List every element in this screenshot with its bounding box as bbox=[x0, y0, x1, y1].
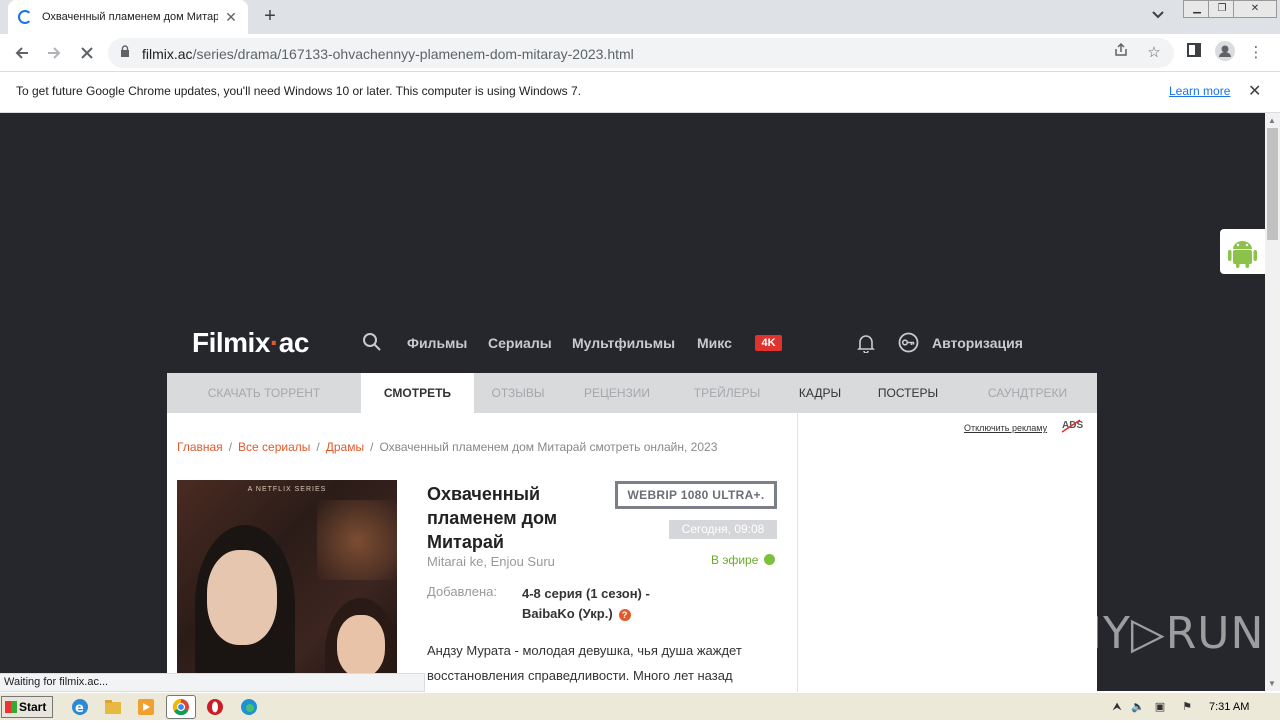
lock-icon[interactable] bbox=[120, 45, 130, 58]
address-bar[interactable]: filmix.ac/series/drama/167133-ohvachenny… bbox=[108, 38, 1174, 68]
opera-icon[interactable] bbox=[204, 696, 226, 718]
login-key-icon[interactable] bbox=[898, 332, 919, 353]
tab-title: Охваченный пламенем дом Митарай bbox=[42, 11, 218, 23]
poster-glow bbox=[317, 500, 397, 580]
nav-movies[interactable]: Фильмы bbox=[407, 335, 467, 351]
new-tab-button[interactable]: + bbox=[258, 4, 282, 28]
breadcrumb-current: Охваченный пламенем дом Митарай смотреть… bbox=[379, 440, 718, 454]
breadcrumb-home[interactable]: Главная bbox=[177, 440, 223, 454]
tab-soundtracks[interactable]: САУНДТРЕКИ bbox=[958, 373, 1097, 413]
poster-face-2 bbox=[337, 615, 385, 677]
nav-mix[interactable]: Микс bbox=[697, 335, 732, 351]
tray-expand-icon[interactable]: ⮝ bbox=[1110, 700, 1124, 714]
media-player-icon[interactable] bbox=[135, 696, 157, 718]
vertical-scrollbar[interactable]: ▲ ▼ bbox=[1265, 113, 1280, 691]
windows-flag-icon bbox=[5, 701, 17, 713]
breadcrumb: Главная / Все сериалы / Драмы / Охваченный пла… bbox=[177, 440, 718, 454]
browser-tab[interactable]: Охваченный пламенем дом Митарай ✕ bbox=[8, 0, 248, 34]
scrollbar-thumb[interactable] bbox=[1267, 128, 1278, 240]
search-icon[interactable] bbox=[362, 332, 382, 352]
share-icon[interactable] bbox=[1110, 42, 1132, 64]
tab-strip: Охваченный пламенем дом Митарай ✕ + ▁ ❐ … bbox=[0, 0, 1280, 34]
explorer-folder-icon[interactable] bbox=[102, 696, 124, 718]
forward-button[interactable] bbox=[42, 41, 66, 65]
minimize-button[interactable]: ▁ bbox=[1183, 0, 1211, 18]
nav-series[interactable]: Сериалы bbox=[488, 335, 552, 351]
on-air-status: В эфире bbox=[711, 553, 776, 567]
notifications-bell-icon[interactable] bbox=[857, 333, 875, 353]
windows-taskbar: Start e ⮝ 🔈 ▣ ⚑ 7:31 AM bbox=[0, 692, 1280, 720]
anyrun-watermark: ANY▷RUN bbox=[1038, 608, 1265, 659]
movie-title: Охваченный пламенем дом Митарай bbox=[427, 484, 558, 552]
action-center-flag-icon[interactable]: ⚑ bbox=[1180, 700, 1194, 714]
tab-frames[interactable]: КАДРЫ bbox=[782, 373, 858, 413]
scroll-down-arrow-icon[interactable]: ▼ bbox=[1268, 679, 1276, 688]
loading-spinner-icon bbox=[18, 10, 32, 24]
help-icon[interactable]: ? bbox=[618, 609, 631, 621]
tab-reviews[interactable]: ОТЗЫВЫ bbox=[474, 373, 562, 413]
status-bubble: Waiting for filmix.ac... bbox=[0, 673, 425, 692]
login-link[interactable]: Авторизация bbox=[932, 335, 1023, 351]
ie-icon[interactable]: e bbox=[69, 696, 91, 718]
network-icon[interactable]: ▣ bbox=[1153, 700, 1167, 714]
tab-critiques[interactable]: РЕЦЕНЗИИ bbox=[562, 373, 672, 413]
tab-trailers[interactable]: ТРЕЙЛЕРЫ bbox=[672, 373, 782, 413]
poster-tag: A NETFLIX SERIES bbox=[247, 486, 327, 493]
disable-ads-link[interactable]: Отключить рекламу bbox=[964, 423, 1047, 433]
close-window-button[interactable]: ✕ bbox=[1233, 0, 1277, 18]
infobar-close-icon[interactable]: ✕ bbox=[1248, 81, 1261, 101]
android-icon bbox=[1228, 241, 1257, 268]
tab-posters[interactable]: ПОСТЕРЫ bbox=[858, 373, 958, 413]
added-value: 4-8 серия (1 сезон) - BaibaKo (Укр.)? bbox=[522, 586, 650, 621]
side-panel-icon[interactable] bbox=[1183, 42, 1205, 64]
android-app-button[interactable] bbox=[1220, 229, 1265, 274]
profile-avatar-icon[interactable] bbox=[1214, 41, 1236, 63]
infobar-message: To get future Google Chrome updates, you… bbox=[16, 84, 582, 98]
learn-more-link[interactable]: Learn more bbox=[1169, 84, 1230, 98]
nav-cartoons[interactable]: Мультфильмы bbox=[572, 335, 675, 351]
update-infobar: To get future Google Chrome updates, you… bbox=[0, 72, 1280, 113]
poster-face-1 bbox=[207, 550, 277, 645]
movie-description: Андзу Мурата - молодая девушка, чья душа… bbox=[427, 643, 742, 683]
tab-search-icon[interactable] bbox=[1152, 8, 1164, 22]
quality-badge: WEBRIP 1080 ULTRA+. bbox=[615, 481, 777, 509]
movie-poster[interactable]: A NETFLIX SERIES bbox=[177, 480, 397, 680]
taskbar-clock[interactable]: 7:31 AM bbox=[1209, 701, 1249, 713]
chrome-taskbar-icon[interactable] bbox=[166, 695, 196, 719]
breadcrumb-dramas[interactable]: Драмы bbox=[326, 440, 364, 454]
tab-watch[interactable]: СМОТРЕТЬ bbox=[361, 373, 474, 413]
scroll-up-arrow-icon[interactable]: ▲ bbox=[1268, 116, 1276, 125]
menu-kebab-icon[interactable]: ⋮ bbox=[1245, 42, 1267, 64]
start-button[interactable]: Start bbox=[1, 696, 53, 718]
back-button[interactable] bbox=[10, 41, 34, 65]
tab-download-torrent[interactable]: СКАЧАТЬ ТОРРЕНТ bbox=[167, 373, 361, 413]
url-text[interactable]: filmix.ac/series/drama/167133-ohvachenny… bbox=[142, 46, 634, 62]
tab-close-icon[interactable]: ✕ bbox=[224, 9, 238, 26]
added-label: Добавлена: bbox=[427, 584, 498, 599]
system-tray: ⮝ 🔈 ▣ ⚑ bbox=[1106, 696, 1278, 718]
original-title: Mitarai ke, Enjou Suru bbox=[427, 554, 555, 569]
site-logo[interactable]: Filmix·ac bbox=[192, 327, 309, 359]
volume-icon[interactable]: 🔈 bbox=[1131, 700, 1145, 714]
update-date: Сегодня, 09:08 bbox=[669, 520, 777, 539]
nav-4k-badge[interactable]: 4K bbox=[755, 335, 782, 351]
breadcrumb-all-series[interactable]: Все сериалы bbox=[238, 440, 310, 454]
stop-loading-button[interactable] bbox=[75, 41, 99, 65]
on-air-dot-icon bbox=[764, 554, 776, 565]
ads-crossed-icon[interactable]: ADS bbox=[1061, 419, 1083, 433]
restore-button[interactable]: ❐ bbox=[1208, 0, 1236, 18]
bookmark-star-icon[interactable]: ☆ bbox=[1143, 42, 1165, 64]
edge-icon[interactable] bbox=[238, 696, 260, 718]
svg-text:e: e bbox=[75, 701, 84, 716]
movie-tabs: СКАЧАТЬ ТОРРЕНТ СМОТРЕТЬ ОТЗЫВЫ РЕЦЕНЗИИ… bbox=[167, 373, 1097, 413]
browser-toolbar: filmix.ac/series/drama/167133-ohvachenny… bbox=[0, 34, 1280, 72]
